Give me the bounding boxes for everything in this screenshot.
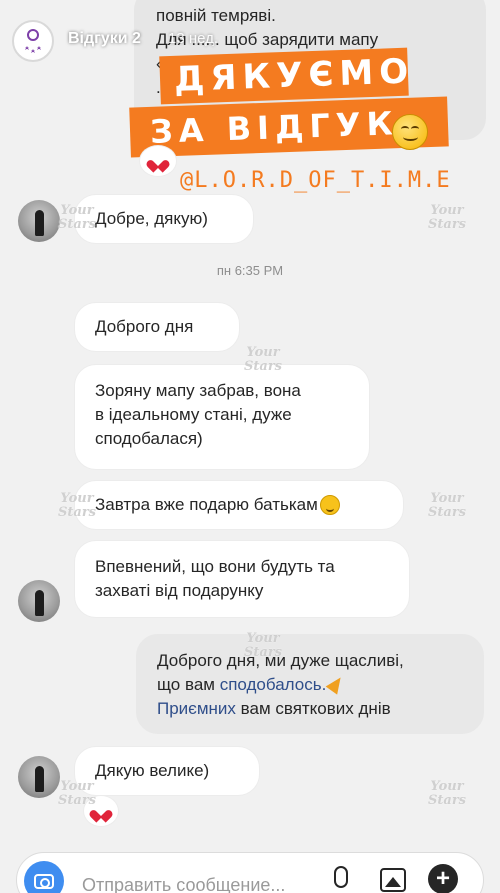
message-bubble[interactable]: Впевнений, що вони будуть та захваті від… [74, 540, 410, 618]
heart-icon [151, 155, 165, 167]
camera-icon [34, 873, 54, 889]
timestamp: пн 6:35 PM [216, 263, 284, 278]
smiley-icon [319, 495, 340, 515]
watermark-line: Stars [428, 217, 466, 232]
avatar[interactable] [18, 580, 60, 622]
watermark: Your Stars [428, 780, 466, 808]
watermark-line: Your [246, 345, 280, 360]
message-line: Зоряну мапу забрав, вона [95, 381, 301, 400]
watermark-line: Your [430, 779, 464, 794]
message-text: Дякую велике) [95, 761, 210, 780]
stars-logo-icon [25, 29, 41, 53]
message-text: Завтра вже подарю батькам [95, 495, 318, 514]
watermark-line: Your [430, 203, 464, 218]
watermark: Your Stars [428, 492, 466, 520]
message-text: вам святкових днів [235, 699, 391, 718]
heart-reaction[interactable] [140, 146, 176, 176]
avatar[interactable] [18, 756, 60, 798]
camera-button[interactable] [24, 861, 64, 893]
hashtag-link[interactable]: сподобалось. [220, 675, 327, 694]
message-bubble[interactable]: Завтра вже подарю батькам [74, 480, 404, 530]
thanks-sticker-line1: ДЯКУЄМО [159, 47, 415, 105]
story-time: 13 нед. [168, 30, 219, 47]
message-line: Приємних вам святкових днів [157, 697, 404, 721]
heart-icon [94, 805, 108, 817]
watermark-line: Your [430, 491, 464, 506]
party-popper-icon [325, 673, 347, 695]
message-input[interactable] [82, 872, 312, 893]
gallery-icon[interactable] [380, 868, 406, 892]
message-line: повній темряві. [156, 6, 276, 25]
message-line: сподобалася) [95, 429, 203, 448]
message-text: Добре, дякую) [95, 209, 208, 228]
message-text: що вам [157, 675, 220, 694]
message-line: захваті від подарунку [95, 581, 264, 600]
message-line: що вам сподобалось. [157, 673, 404, 697]
microphone-icon[interactable] [334, 866, 348, 888]
mention-sticker[interactable]: @L.O.R.D_OF_T.I.M.E [180, 168, 451, 193]
message-line: Впевнений, що вони будуть та [95, 557, 335, 576]
heart-reaction[interactable] [84, 796, 118, 826]
sent-message-bubble[interactable]: Доброго дня, ми дуже щасливі, що вам спо… [136, 634, 484, 734]
message-text: Доброго дня [95, 317, 194, 336]
message-bubble[interactable]: Зоряну мапу забрав, вона в ідеальному ст… [74, 364, 370, 470]
story-avatar[interactable] [12, 20, 54, 62]
watermark-line: Stars [428, 505, 466, 520]
smiley-icon [392, 114, 428, 150]
watermark: Your Stars [428, 204, 466, 232]
message-bubble[interactable]: Доброго дня [74, 302, 240, 352]
message-line: в ідеальному стані, дуже [95, 405, 292, 424]
message-bubble[interactable]: Добре, дякую) [74, 194, 254, 244]
message-line: Доброго дня, ми дуже щасливі, [157, 651, 404, 670]
plus-icon[interactable]: + [428, 864, 458, 893]
avatar[interactable] [18, 200, 60, 242]
hashtag-link[interactable]: Приємних [157, 699, 236, 718]
message-bubble[interactable]: Дякую велике) [74, 746, 260, 796]
watermark-line: Stars [428, 793, 466, 808]
story-title[interactable]: Відгуки 2 [68, 30, 141, 48]
